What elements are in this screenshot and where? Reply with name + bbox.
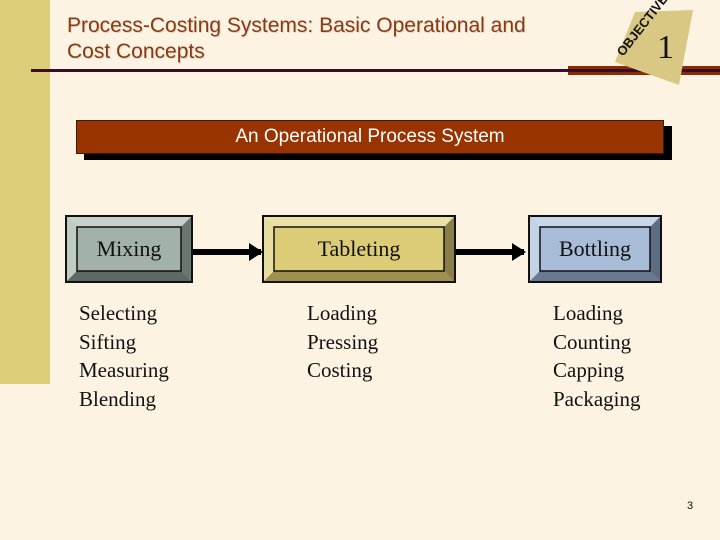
stage-tableting: Tableting xyxy=(262,215,456,283)
step-item: Measuring xyxy=(79,358,169,383)
stage-label: Tableting xyxy=(317,236,401,261)
objective-badge: OBJECTIVE 1 xyxy=(614,0,693,85)
step-item: Costing xyxy=(307,358,373,383)
steps-list-tableting: Loading Pressing Costing xyxy=(307,299,378,385)
steps-list-bottling: Loading Counting Capping Packaging xyxy=(553,299,640,414)
sidebar-accent xyxy=(0,0,50,384)
arrow-right-icon xyxy=(456,243,526,261)
objective-number: 1 xyxy=(657,29,674,66)
step-item: Counting xyxy=(553,329,632,354)
step-item: Blending xyxy=(79,387,156,412)
step-item: Loading xyxy=(307,301,377,325)
page-number: 3 xyxy=(687,500,694,512)
slide-title: Process-Costing Systems: Basic Operation… xyxy=(67,13,627,65)
stage-bottling: Bottling xyxy=(528,215,662,283)
stage-mixing: Mixing xyxy=(65,215,193,283)
section-banner: An Operational Process System xyxy=(76,120,664,154)
steps-list-mixing: Selecting Sifting Measuring Blending xyxy=(79,299,169,414)
step-item: Packaging xyxy=(553,387,641,412)
step-item: Loading xyxy=(553,301,623,325)
step-item: Capping xyxy=(553,358,625,383)
step-item: Selecting xyxy=(79,301,158,325)
slide-title-line-2: Cost Concepts xyxy=(67,40,205,63)
arrow-right-icon xyxy=(193,243,263,261)
title-divider xyxy=(31,69,601,72)
stage-label: Mixing xyxy=(96,236,162,261)
step-item: Sifting xyxy=(79,329,137,354)
slide-title-line-1: Process-Costing Systems: Basic Operation… xyxy=(67,14,526,37)
stage-label: Bottling xyxy=(558,236,632,261)
step-item: Pressing xyxy=(307,329,379,354)
